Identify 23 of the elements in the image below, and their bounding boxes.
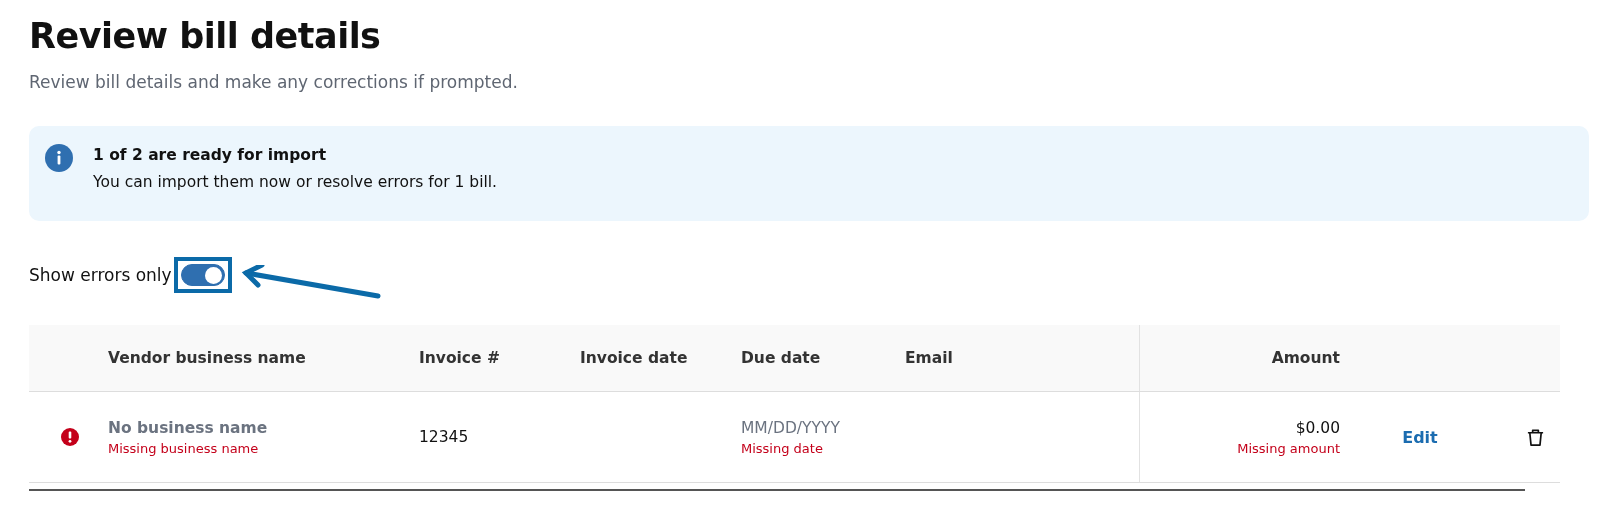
amount: $0.00 [1295, 418, 1340, 437]
column-header: Invoice # [419, 349, 501, 367]
toggle-label: Show errors only [29, 265, 172, 285]
column-header: Vendor business name [108, 349, 307, 367]
banner-heading: 1 of 2 are ready for import [93, 146, 327, 164]
due-date: MM/DD/YYYY [741, 418, 840, 437]
vendor-name: No business name [108, 418, 268, 437]
column-header: Amount [1270, 349, 1340, 367]
edit-link[interactable]: Edit [1402, 427, 1438, 447]
banner-message: You can import them now or resolve errors for 1 bill. [93, 173, 497, 191]
scrollbar[interactable] [29, 489, 1525, 491]
info-icon [45, 144, 73, 172]
page-title: Review bill details [29, 15, 381, 58]
table-cell: 12345 [419, 428, 469, 446]
toggle-switch[interactable] [180, 264, 225, 286]
column-header: Due date [741, 349, 822, 367]
page-subtitle: Review bill details and make any corrections if prompted. [29, 72, 518, 92]
error-message: Missing date [741, 440, 823, 456]
column-header: Invoice date [580, 349, 689, 367]
error-message: Missing business name [108, 440, 259, 456]
delete-icon[interactable] [1525, 427, 1545, 447]
column-header: Email [905, 325, 1140, 391]
error-message: Missing amount [1237, 440, 1340, 456]
